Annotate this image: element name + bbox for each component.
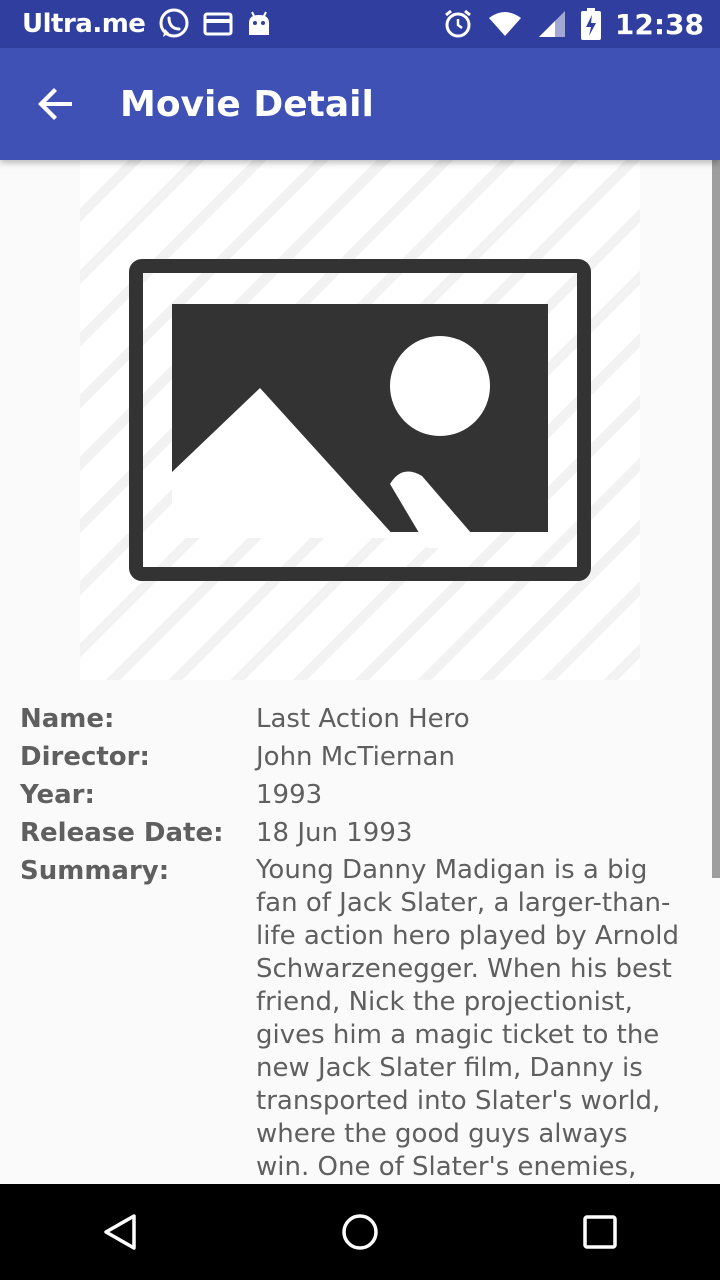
movie-poster — [80, 160, 640, 680]
year-value: 1993 — [256, 780, 323, 810]
summary-value: Young Danny Madigan is a big fan of Jack… — [256, 855, 680, 1182]
status-bar: Ultra.me 12:38 — [0, 0, 720, 48]
carrier-label: Ultra.me — [22, 9, 146, 39]
scrollbar[interactable] — [712, 160, 720, 878]
signal-icon — [537, 9, 567, 39]
back-button[interactable] — [0, 48, 112, 160]
alarm-icon — [443, 9, 473, 39]
battery-charging-icon — [580, 8, 601, 40]
whatsapp-icon — [157, 7, 191, 41]
app-bar: Movie Detail — [0, 48, 720, 160]
clock: 12:38 — [614, 7, 704, 41]
movie-details: Name: Last Action Hero Director: John Mc… — [20, 700, 700, 1184]
summary-row: Summary: Young Danny Madigan is a big fa… — [20, 852, 700, 1184]
card-icon — [203, 12, 233, 36]
release-date-value: 18 Jun 1993 — [256, 818, 413, 848]
year-label: Year: — [20, 780, 95, 810]
release-date-row: Release Date: 18 Jun 1993 — [20, 814, 700, 852]
wifi-icon — [487, 10, 523, 38]
navigation-bar — [0, 1184, 720, 1280]
name-row: Name: Last Action Hero — [20, 700, 700, 738]
arrow-back-icon — [38, 86, 74, 122]
name-label: Name: — [20, 704, 115, 734]
android-icon — [245, 11, 273, 37]
director-row: Director: John McTiernan — [20, 738, 700, 776]
movie-detail-content[interactable]: Name: Last Action Hero Director: John Mc… — [0, 160, 720, 1184]
nav-recents-button[interactable] — [540, 1184, 660, 1280]
page-title: Movie Detail — [120, 83, 374, 125]
nav-recents-icon — [580, 1212, 620, 1252]
director-label: Director: — [20, 742, 150, 772]
nav-back-icon — [100, 1212, 140, 1252]
name-value: Last Action Hero — [256, 704, 470, 734]
year-row: Year: 1993 — [20, 776, 700, 814]
release-date-label: Release Date: — [20, 818, 224, 848]
nav-home-button[interactable] — [300, 1184, 420, 1280]
summary-label: Summary: — [20, 856, 170, 886]
image-placeholder-icon — [128, 258, 592, 582]
nav-back-button[interactable] — [60, 1184, 180, 1280]
director-value: John McTiernan — [256, 742, 455, 772]
nav-home-icon — [340, 1212, 380, 1252]
